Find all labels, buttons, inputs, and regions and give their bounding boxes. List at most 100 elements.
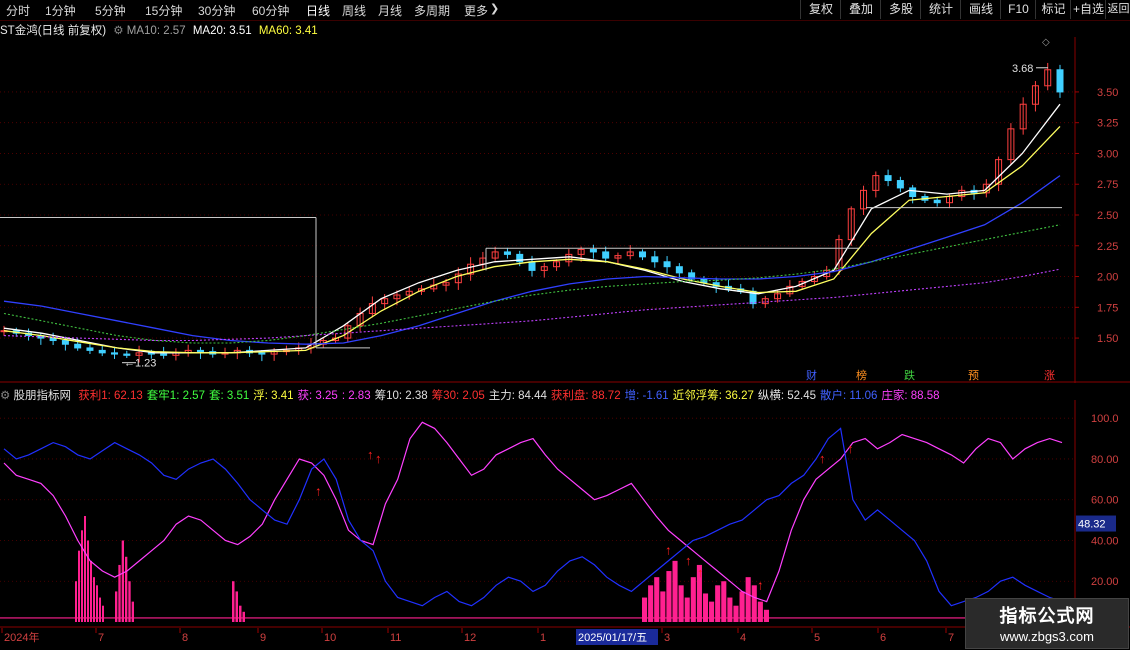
pink-bar: [763, 609, 769, 622]
ma-line-ma120: [3, 224, 1061, 344]
main-chart-header: ST金鸿(日线 前复权) ⚙ MA10: 2.57 MA20: 3.51 MA6…: [0, 22, 322, 38]
date-axis: 2024年 7 8 9 10 11 12 1 2025/01/17/五 3 4 5 6 7: [1, 628, 954, 645]
indicator-tick-label: 40.00: [1091, 535, 1119, 547]
date-label: 8: [182, 632, 188, 644]
indicator-chart[interactable]: 20.0040.0060.0080.00100.048.32↑↑ ↑↑↑↑↑↑↑: [0, 400, 1130, 628]
pink-bar: [118, 564, 121, 622]
price-tick-label: 2.75: [1097, 179, 1118, 191]
price-tick-label: 1.75: [1097, 302, 1118, 314]
candle-body: [160, 353, 168, 356]
buy-arrow-icon: ↑: [819, 451, 826, 466]
price-tick-label: 3.50: [1097, 87, 1118, 99]
candle-body: [86, 347, 94, 351]
pink-bar: [125, 556, 128, 622]
candle-body: [528, 261, 536, 271]
adjust-button[interactable]: 复权: [800, 0, 841, 19]
pink-bar: [242, 611, 245, 622]
candle-body: [639, 251, 647, 258]
candle-body: [933, 199, 941, 204]
date-cursor-label: 2025/01/17/五: [578, 632, 647, 644]
date-label: 4: [740, 632, 746, 644]
tab-multi-period[interactable]: 多周期: [414, 2, 450, 19]
date-label: 9: [260, 632, 266, 644]
ma-line-ma10: [3, 103, 1061, 354]
buy-arrow-icon: ↑: [697, 565, 704, 580]
price-tick-label: 3.25: [1097, 118, 1118, 130]
high-price-label: 3.68: [1012, 63, 1033, 75]
buy-arrow-icon: ↑: [375, 451, 382, 466]
pink-bar: [715, 585, 721, 622]
pink-bar: [96, 585, 98, 622]
date-label: 3: [664, 632, 670, 644]
candle-body: [602, 251, 610, 259]
period-toolbar: 分时 1分钟 5分钟 15分钟 30分钟 60分钟 日线 周线 月线 多周期 更…: [0, 0, 1130, 21]
buy-arrow-icon: ↑: [315, 484, 322, 499]
mark-button[interactable]: 标记: [1035, 0, 1071, 19]
date-label: 5: [814, 632, 820, 644]
statistics-button[interactable]: 统计: [920, 0, 961, 19]
tab-weekly[interactable]: 周线: [342, 2, 366, 19]
price-tick-label: 1.50: [1097, 333, 1118, 345]
candle-body: [258, 352, 266, 355]
buy-arrow-icon: ↑: [665, 543, 672, 558]
date-label: 6: [880, 632, 886, 644]
tab-15min[interactable]: 15分钟: [145, 2, 182, 19]
drawing-button[interactable]: 画线: [960, 0, 1001, 19]
pink-bar: [666, 571, 672, 622]
tab-intraday[interactable]: 分时: [6, 2, 30, 19]
add-watchlist-button[interactable]: +自选: [1070, 0, 1106, 19]
tab-daily[interactable]: 日线: [306, 2, 330, 19]
price-tick-label: 2.50: [1097, 210, 1118, 222]
pink-bar: [690, 577, 696, 622]
buy-arrow-icon: ↑: [847, 441, 854, 456]
candle-body: [61, 340, 69, 345]
ma-line-ma20: [3, 125, 1061, 354]
multi-stock-button[interactable]: 多股: [880, 0, 921, 19]
tab-1min[interactable]: 1分钟: [45, 2, 76, 19]
tab-30min[interactable]: 30分钟: [198, 2, 235, 19]
tab-more[interactable]: 更多: [464, 2, 488, 19]
chevron-right-icon[interactable]: ❯: [490, 2, 499, 15]
candle-body: [663, 261, 671, 268]
event-tag-2: 跌: [904, 368, 915, 382]
pink-bar: [654, 577, 660, 622]
stock-title: ST金鸿(日线 前复权): [0, 25, 107, 37]
date-label: 1: [540, 632, 546, 644]
pink-bar: [102, 605, 104, 622]
pink-bar: [93, 577, 95, 622]
pink-bar: [128, 581, 131, 622]
candlestick-chart[interactable]: 1.50 1.75 2.00 2.25 2.50 2.75 3.00 3.25 3.50 3.68…: [0, 37, 1130, 383]
tab-5min[interactable]: 5分钟: [95, 2, 126, 19]
candle-body: [98, 349, 106, 354]
candle-body: [111, 352, 119, 355]
candle-body: [74, 343, 82, 349]
settings-icon[interactable]: ⚙: [113, 25, 123, 37]
price-tick-label: 3.00: [1097, 148, 1118, 160]
tab-60min[interactable]: 60分钟: [252, 2, 289, 19]
pink-bar: [721, 581, 727, 622]
price-tick-label: 2.00: [1097, 272, 1118, 284]
pink-bar: [678, 585, 684, 622]
candle-body: [123, 353, 131, 356]
overlay-button[interactable]: 叠加: [840, 0, 881, 19]
ma60-label: MA60: 3.41: [258, 25, 318, 37]
buy-arrow-icon: ↑: [685, 553, 692, 568]
diamond-icon: ◇: [1042, 37, 1050, 48]
oscillator-line-1: [3, 427, 1063, 607]
price-tick-label: 2.25: [1097, 241, 1118, 253]
back-button[interactable]: 返回: [1105, 0, 1130, 19]
candle-body: [589, 248, 597, 253]
candle-body: [675, 266, 683, 274]
oscillator-line-0: [3, 421, 1063, 603]
pink-bar: [81, 530, 83, 622]
date-label: 12: [464, 632, 476, 644]
pink-bar: [78, 550, 80, 622]
low-price-label: ←1.23: [124, 358, 156, 370]
candle-body: [909, 187, 917, 198]
pink-bar: [745, 577, 751, 622]
tab-monthly[interactable]: 月线: [378, 2, 402, 19]
event-tag-0: 财: [806, 368, 817, 382]
indicator-tick-label: 60.00: [1091, 495, 1119, 507]
f10-button[interactable]: F10: [1000, 0, 1036, 19]
event-tag-4: 涨: [1044, 369, 1055, 382]
